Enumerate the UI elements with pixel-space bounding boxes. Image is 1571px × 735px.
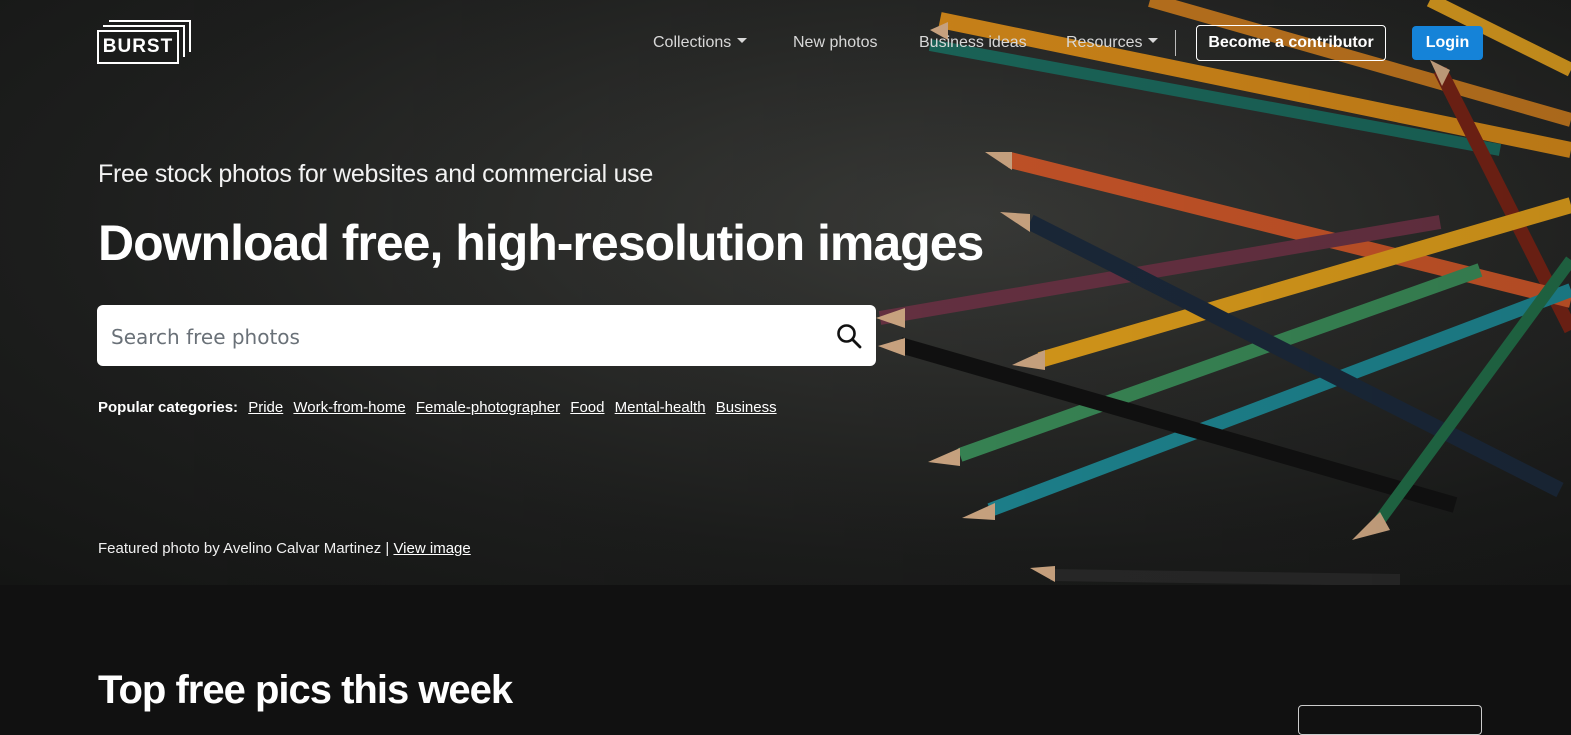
hero-banner: BURST Collections New photos Business id… bbox=[0, 0, 1571, 585]
category-link-mental-health[interactable]: Mental-health bbox=[615, 399, 706, 416]
section-title: Top free pics this week bbox=[98, 668, 513, 712]
category-link-pride[interactable]: Pride bbox=[248, 399, 283, 416]
hero-tagline: Free stock photos for websites and comme… bbox=[98, 160, 653, 188]
hero-photo-colored-pencils bbox=[0, 0, 1571, 585]
hero-headline: Download free, high-resolution images bbox=[98, 215, 984, 271]
view-image-link[interactable]: View image bbox=[393, 540, 470, 557]
logo-wordmark: BURST bbox=[97, 30, 179, 64]
credit-text: Featured photo by Avelino Calvar Martine… bbox=[98, 540, 390, 557]
nav-collections-label: Collections bbox=[653, 34, 732, 51]
nav-business-ideas-label: Business ideas bbox=[919, 34, 1027, 51]
nav-divider bbox=[1175, 30, 1176, 56]
nav-new-photos-label: New photos bbox=[793, 34, 878, 51]
become-contributor-button[interactable]: Become a contributor bbox=[1196, 25, 1386, 61]
login-button[interactable]: Login bbox=[1412, 26, 1483, 60]
nav-collections[interactable]: Collections bbox=[653, 25, 748, 61]
nav-resources[interactable]: Resources bbox=[1066, 25, 1159, 61]
popular-categories: Popular categories: Pride Work-from-home… bbox=[98, 399, 783, 416]
category-link-female-photographer[interactable]: Female-photographer bbox=[416, 399, 560, 416]
category-link-work-from-home[interactable]: Work-from-home bbox=[293, 399, 405, 416]
section-filter-button[interactable] bbox=[1298, 705, 1482, 735]
search-bar[interactable] bbox=[97, 305, 876, 368]
caret-down-icon bbox=[1148, 38, 1159, 44]
search-input[interactable] bbox=[109, 305, 813, 368]
featured-photo-credit: Featured photo by Avelino Calvar Martine… bbox=[98, 540, 471, 557]
burst-logo[interactable]: BURST bbox=[97, 20, 191, 64]
nav-business-ideas[interactable]: Business ideas bbox=[919, 25, 1027, 61]
search-icon[interactable] bbox=[836, 323, 862, 349]
popular-categories-label: Popular categories: bbox=[98, 399, 239, 416]
category-link-food[interactable]: Food bbox=[570, 399, 604, 416]
nav-new-photos[interactable]: New photos bbox=[793, 25, 878, 61]
caret-down-icon bbox=[737, 38, 748, 44]
logo-text: BURST bbox=[102, 36, 174, 57]
nav-resources-label: Resources bbox=[1066, 34, 1143, 51]
category-link-business[interactable]: Business bbox=[716, 399, 777, 416]
